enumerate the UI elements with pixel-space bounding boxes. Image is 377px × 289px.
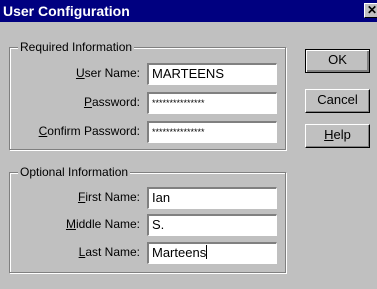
last-name-input[interactable]: Marteens <box>147 242 277 264</box>
last-name-label: Last Name: <box>78 245 140 259</box>
password-input[interactable]: *************** <box>147 92 277 114</box>
help-button[interactable]: Help <box>305 124 370 148</box>
first-name-label: First Name: <box>77 190 140 204</box>
password-label: Password: <box>83 95 140 109</box>
first-name-input[interactable]: Ian <box>147 187 277 209</box>
window-title: User Configuration <box>3 3 130 19</box>
confirm-password-label: Confirm Password: <box>38 124 140 138</box>
close-button[interactable]: ✕ <box>364 3 377 18</box>
required-information-legend: Required Information <box>18 40 135 55</box>
cancel-button[interactable]: Cancel <box>305 89 370 113</box>
close-icon: ✕ <box>366 3 377 17</box>
middle-name-input[interactable]: S. <box>147 214 277 236</box>
optional-information-legend: Optional Information <box>18 165 131 180</box>
text-cursor <box>206 245 208 259</box>
title-bar[interactable]: User Configuration ✕ <box>0 0 377 22</box>
middle-name-label: Middle Name: <box>65 217 140 231</box>
user-name-input[interactable]: MARTEENS <box>147 63 277 85</box>
user-name-label: User Name: <box>75 66 140 80</box>
confirm-password-input[interactable]: *************** <box>147 121 277 143</box>
ok-button[interactable]: OK <box>305 49 370 73</box>
